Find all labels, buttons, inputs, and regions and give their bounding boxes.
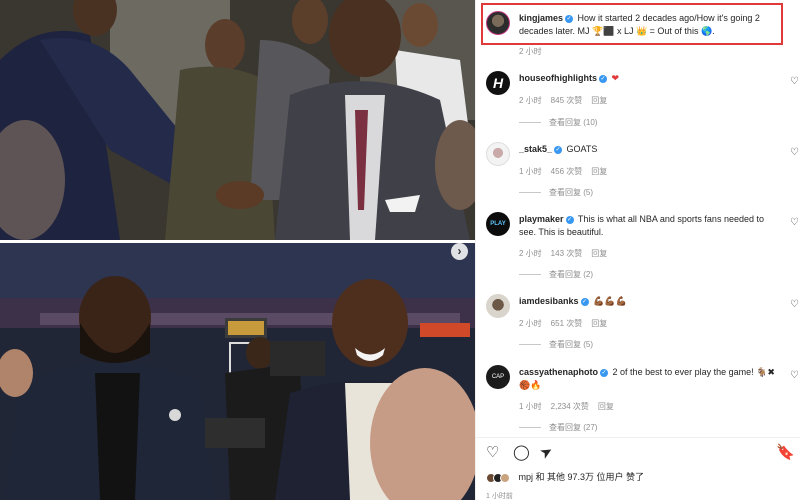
avatar[interactable]: CAP	[486, 365, 510, 389]
comment-meta: 2 小时 651 次赞 回复	[519, 319, 608, 328]
like-comment-icon[interactable]: ♡	[790, 147, 799, 158]
comments-panel: kingjames ✓ How it started 2 decades ago/…	[475, 0, 800, 500]
view-replies-link[interactable]: 查看回复 (5)	[519, 187, 593, 198]
post-media[interactable]: ›	[0, 0, 475, 500]
comment-meta: 2 小时 143 次赞 回复	[519, 249, 608, 258]
view-replies-link[interactable]: 查看回复 (5)	[519, 339, 593, 350]
avatar[interactable]: H	[486, 71, 510, 95]
like-comment-icon[interactable]: ♡	[790, 299, 799, 310]
comment-meta: 2 小时 845 次赞 回复	[519, 96, 608, 105]
comment-username[interactable]: _stak5_	[519, 144, 552, 154]
avatar[interactable]: PLAY	[486, 212, 510, 236]
verified-icon: ✓	[554, 145, 563, 154]
comment-body: cassyathenaphoto ✓ 2 of the best to ever …	[519, 366, 781, 392]
verified-icon: ✓	[565, 14, 574, 23]
photo-handshake-past-scene	[0, 0, 475, 240]
comment-body: playmaker ✓ This is what all NBA and spor…	[519, 213, 781, 239]
verified-icon: ✓	[580, 297, 589, 306]
carousel-next-button[interactable]: ›	[451, 243, 468, 260]
comment-meta: 1 小时 2,234 次赞 回复	[519, 402, 614, 411]
comment-username[interactable]: houseofhighlights	[519, 73, 597, 83]
verified-icon: ✓	[599, 74, 607, 83]
comment-username[interactable]: playmaker	[519, 214, 564, 224]
comment-meta: 1 小时 456 次赞 回复	[519, 167, 608, 176]
photo-arena-present	[0, 243, 475, 500]
photo-arena-present-scene	[0, 243, 475, 500]
comment-text: 💪🏾💪🏾💪🏾	[593, 296, 627, 306]
like-comment-icon[interactable]: ♡	[790, 76, 799, 87]
view-replies-link[interactable]: 查看回复 (27)	[519, 422, 597, 433]
liker-avatar	[500, 472, 510, 483]
comment-body: _stak5_ ✓ GOATS	[519, 143, 781, 156]
view-replies-link[interactable]: 查看回复 (10)	[519, 117, 597, 128]
comment-body: iamdesibanks ✓ 💪🏾💪🏾💪🏾	[519, 295, 781, 308]
comment-body: houseofhighlights ✓ ❤	[519, 72, 781, 85]
caption-time: 2 小时	[519, 47, 542, 56]
avatar[interactable]	[486, 294, 510, 318]
comment-username[interactable]: iamdesibanks	[519, 296, 579, 306]
bookmark-icon[interactable]: 🔖	[776, 443, 795, 461]
comment-text: ❤	[611, 73, 620, 83]
avatar[interactable]	[486, 11, 510, 35]
comment-username[interactable]: cassyathenaphoto	[519, 367, 598, 377]
verified-icon: ✓	[565, 215, 574, 224]
like-comment-icon[interactable]: ♡	[790, 217, 799, 228]
like-icon[interactable]: ♡	[486, 443, 499, 461]
verified-icon: ✓	[600, 368, 609, 377]
comment-text: GOATS	[566, 144, 598, 154]
comment-icon[interactable]: ◯	[513, 443, 530, 461]
avatar[interactable]	[486, 142, 510, 166]
post-time: 1 小时前	[486, 493, 513, 500]
caption-username[interactable]: kingjames	[519, 13, 563, 23]
post-caption: kingjames ✓ How it started 2 decades ago/…	[519, 12, 781, 38]
view-replies-link[interactable]: 查看回复 (2)	[519, 269, 593, 280]
likes-summary[interactable]: mpj 和 其他 97.3万 位用户 赞了	[486, 470, 644, 483]
like-comment-icon[interactable]: ♡	[790, 370, 799, 381]
photo-handshake-past	[0, 0, 475, 240]
